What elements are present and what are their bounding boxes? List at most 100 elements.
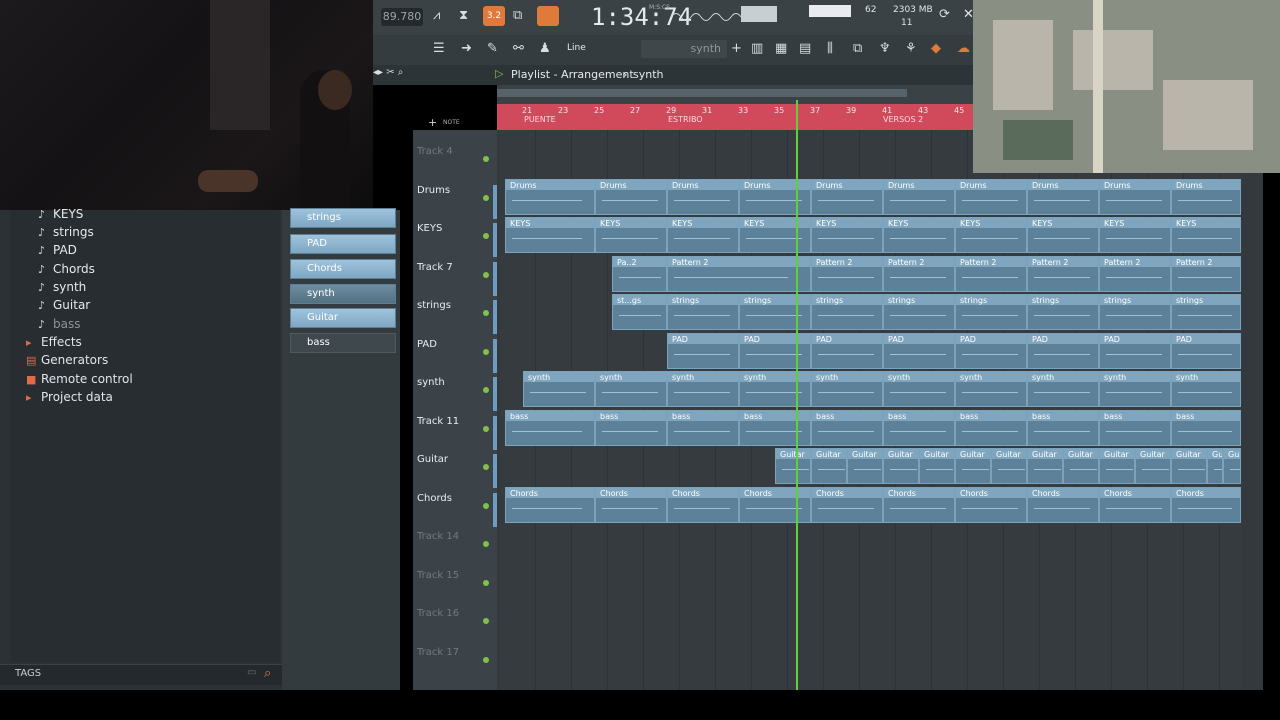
clip-drums[interactable]: Drums: [667, 178, 739, 215]
clip-track-11[interactable]: bass: [811, 409, 883, 446]
clip-drums[interactable]: Drums: [1027, 178, 1099, 215]
clip-strings[interactable]: strings: [739, 294, 811, 330]
track-name-track-17[interactable]: Track 17: [417, 647, 495, 658]
clip-drums[interactable]: Drums: [811, 178, 883, 215]
clip-track-11[interactable]: bass: [955, 409, 1027, 446]
clip-synth[interactable]: synth: [739, 371, 811, 407]
track-name-track-4[interactable]: Track 4: [417, 146, 495, 157]
track-mute-led[interactable]: [483, 618, 489, 624]
clip-chords[interactable]: Chords: [667, 486, 739, 523]
channel-guitar[interactable]: Guitar: [290, 308, 396, 328]
clip-synth[interactable]: synth: [955, 371, 1027, 407]
channel-synth[interactable]: synth: [290, 284, 396, 304]
clip-pad[interactable]: PAD: [1027, 332, 1099, 369]
playlist-icon[interactable]: ☰: [433, 41, 445, 56]
browser-item-bass[interactable]: ♪ bass: [38, 317, 80, 331]
browser-icon[interactable]: ⧉: [853, 41, 862, 56]
clip-track-11[interactable]: bass: [667, 409, 739, 446]
track-name-track-15[interactable]: Track 15: [417, 570, 495, 581]
clip-synth[interactable]: synth: [1027, 371, 1099, 407]
channel-chords[interactable]: Chords: [290, 259, 396, 279]
clip-chords[interactable]: Chords: [739, 486, 811, 523]
channel-strings[interactable]: strings: [290, 208, 396, 228]
clip-strings[interactable]: strings: [883, 294, 955, 330]
clip-guitar[interactable]: Guitar: [991, 448, 1027, 484]
clip-keys[interactable]: KEYS: [1027, 217, 1099, 253]
browser-folder-generators[interactable]: ▤ Generators: [26, 353, 108, 367]
track-name-guitar[interactable]: Guitar: [417, 454, 495, 465]
clip-strings[interactable]: strings: [955, 294, 1027, 330]
clip-keys[interactable]: KEYS: [883, 217, 955, 253]
channel-pad[interactable]: PAD: [290, 234, 396, 254]
clip-pad[interactable]: PAD: [1099, 332, 1171, 369]
clip-strings[interactable]: strings: [667, 294, 739, 330]
track-mute-led[interactable]: [483, 464, 489, 470]
track-mute-led[interactable]: [483, 194, 489, 201]
clip-drums[interactable]: Drums: [1099, 178, 1171, 215]
clip-pad[interactable]: PAD: [883, 332, 955, 369]
track-name-pad[interactable]: PAD: [417, 339, 495, 350]
clip-track-11[interactable]: bass: [595, 409, 667, 446]
wait-icon[interactable]: ⧗: [459, 8, 468, 23]
clip-drums[interactable]: Drums: [505, 178, 595, 215]
clip-chords[interactable]: Chords: [595, 486, 667, 523]
clip-track-7[interactable]: Pattern 2: [1171, 255, 1241, 292]
clip-pad[interactable]: PAD: [811, 332, 883, 369]
track-name-synth[interactable]: synth: [417, 377, 495, 388]
scroll-overview[interactable]: [497, 89, 907, 97]
track-mute-led[interactable]: [483, 425, 489, 432]
clip-pad[interactable]: PAD: [955, 332, 1027, 369]
pianoroll-icon[interactable]: ▦: [775, 41, 787, 56]
tempo-display[interactable]: 89.780: [381, 8, 423, 26]
clip-keys[interactable]: KEYS: [955, 217, 1027, 253]
track-name-track-14[interactable]: Track 14: [417, 531, 495, 542]
clip-track-7[interactable]: Pattern 2: [883, 255, 955, 292]
clip-track-11[interactable]: bass: [1027, 409, 1099, 446]
pick-icon[interactable]: ⚘: [905, 41, 917, 56]
marker-versos-2[interactable]: VERSOS 2: [883, 115, 923, 124]
track-mute-led[interactable]: [483, 541, 489, 547]
clip-track-7[interactable]: Pa..2: [612, 255, 667, 292]
clip-chords[interactable]: Chords: [505, 486, 595, 523]
clip-keys[interactable]: KEYS: [667, 217, 739, 253]
clip-synth[interactable]: synth: [1099, 371, 1171, 407]
clip-guitar[interactable]: Guitar: [811, 448, 847, 484]
clip-synth[interactable]: synth: [667, 371, 739, 407]
pencil-icon[interactable]: ✎: [487, 41, 498, 56]
track-name-keys[interactable]: KEYS: [417, 223, 495, 234]
track-mute-led[interactable]: [483, 310, 489, 316]
plugin-icon[interactable]: ♆: [879, 41, 891, 56]
clip-chords[interactable]: Chords: [1099, 486, 1171, 523]
clip-guitar[interactable]: Guitar: [1099, 448, 1135, 484]
track-mute-led[interactable]: [483, 502, 489, 509]
clip-track-7[interactable]: Pattern 2: [811, 255, 883, 292]
channel-bass[interactable]: bass: [290, 333, 396, 353]
clip-track-11[interactable]: bass: [505, 409, 595, 446]
clip-keys[interactable]: KEYS: [1099, 217, 1171, 253]
marker-estribo[interactable]: ESTRIBO: [668, 115, 703, 124]
clip-guitar[interactable]: Guitar: [1207, 448, 1223, 484]
clip-track-7[interactable]: Pattern 2: [1099, 255, 1171, 292]
track-name-chords[interactable]: Chords: [417, 493, 495, 504]
playlist-tools-icon[interactable]: ◂▸ ✂ ⌕: [373, 67, 403, 78]
clip-keys[interactable]: KEYS: [1171, 217, 1241, 253]
clip-drums[interactable]: Drums: [1171, 178, 1241, 215]
clip-track-11[interactable]: bass: [739, 409, 811, 446]
clip-pad[interactable]: PAD: [1171, 332, 1241, 369]
track-name-drums[interactable]: Drums: [417, 185, 495, 196]
browser-item-strings[interactable]: ♪ strings: [38, 225, 94, 239]
countdown-button[interactable]: 3.2: [483, 6, 505, 26]
clip-track-11[interactable]: bass: [883, 409, 955, 446]
clip-guitar[interactable]: Guitar: [1171, 448, 1207, 484]
tempo-tap-icon[interactable]: ◆: [931, 41, 941, 56]
clip-strings[interactable]: st...gs: [612, 294, 667, 330]
folder-icon[interactable]: ▭: [247, 667, 256, 678]
browser-folder-effects[interactable]: ▸ Effects: [26, 335, 82, 349]
snap-mode[interactable]: Line: [567, 43, 586, 53]
channelrack-icon[interactable]: ▤: [799, 41, 811, 56]
clip-strings[interactable]: strings: [1027, 294, 1099, 330]
clip-synth[interactable]: synth: [883, 371, 955, 407]
browser-folder-remote-control[interactable]: ■ Remote control: [26, 372, 133, 386]
track-mute-led[interactable]: [483, 579, 489, 586]
add-icon[interactable]: +: [731, 41, 742, 56]
